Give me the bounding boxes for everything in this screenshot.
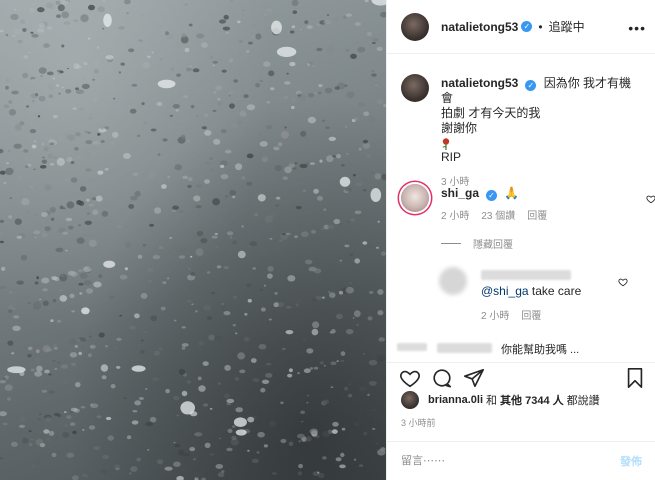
- reply-mention[interactable]: @shi_ga: [481, 284, 529, 298]
- comment-body: shi_ga ✓ 🙏 2 小時 23 個讚 回覆: [441, 186, 641, 224]
- post-header: natalietong53 ✓ • 追蹤中 •••: [387, 0, 655, 54]
- reply-meta: 2 小時 回覆: [481, 309, 631, 324]
- gravel-texture: [0, 0, 386, 480]
- post-side-panel: natalietong53 ✓ • 追蹤中 ••• natalietong53 ✓…: [386, 0, 655, 480]
- caption-line-3: 謝謝你: [441, 121, 478, 135]
- likes-others[interactable]: 其他 7344 人: [500, 392, 564, 408]
- caption-line-2: 拍劇 才有今天的我: [441, 106, 541, 120]
- redacted-username: [437, 343, 492, 353]
- author-username[interactable]: natalietong53: [441, 20, 518, 34]
- comment-bubble-icon[interactable]: [431, 367, 453, 389]
- comment-meta: 2 小時 23 個讚 回覆: [441, 209, 641, 224]
- heart-icon[interactable]: [646, 194, 655, 204]
- hide-replies-line: [441, 243, 461, 244]
- caption-line-4: RIP: [441, 150, 462, 164]
- caption-avatar[interactable]: [401, 74, 429, 102]
- redacted-avatar: [397, 343, 427, 351]
- comment-time[interactable]: 2 小時: [441, 209, 469, 224]
- comment-like-count[interactable]: 23 個讚: [481, 209, 515, 224]
- caption-body: natalietong53 ✓ 因為你 我才有機會 拍劇 才有今天的我 謝謝你 R…: [441, 76, 641, 190]
- header-separator: •: [538, 19, 543, 34]
- redacted-avatar: [439, 267, 467, 295]
- heart-icon[interactable]: [618, 277, 628, 287]
- reply-button[interactable]: 回覆: [521, 309, 541, 324]
- comment-username[interactable]: shi_ga: [441, 186, 479, 200]
- reply-button[interactable]: 回覆: [527, 209, 547, 224]
- post-image[interactable]: [0, 0, 386, 480]
- comment-input[interactable]: [401, 455, 620, 467]
- add-comment-bar: 發佈: [387, 441, 655, 480]
- post-timestamp[interactable]: 3 小時前: [401, 416, 436, 429]
- rose-icon: [442, 138, 450, 150]
- more-horizontal-icon[interactable]: •••: [628, 20, 646, 36]
- like-heart-icon[interactable]: [399, 367, 421, 389]
- comments-list[interactable]: natalietong53 ✓ 因為你 我才有機會 拍劇 才有今天的我 謝謝你 R…: [387, 55, 655, 355]
- verified-badge-icon: ✓: [525, 80, 537, 91]
- comment-text: 🙏: [504, 186, 520, 200]
- likes-suffix: 都說讚: [566, 395, 600, 407]
- author-avatar[interactable]: [401, 12, 429, 41]
- likes-summary: brianna.0li 和 其他 7344 人 都說讚: [401, 391, 600, 409]
- commenter-avatar[interactable]: [401, 184, 429, 212]
- hide-replies-button[interactable]: 隱藏回覆: [441, 236, 513, 251]
- caption-username[interactable]: natalietong53: [441, 76, 518, 90]
- reply-text: take care: [531, 284, 582, 298]
- likes-and: 和: [486, 395, 498, 407]
- comment-text: 你能幫助我嗎 ...: [501, 344, 580, 355]
- bookmark-icon[interactable]: [624, 367, 646, 389]
- post-comment-button[interactable]: 發佈: [620, 453, 642, 469]
- verified-badge-icon: ✓: [521, 21, 533, 32]
- liker-username[interactable]: brianna.0li: [428, 394, 483, 406]
- redacted-username: [481, 270, 571, 280]
- post-actions: [387, 362, 655, 390]
- reply-body: @shi_ga take care 2 小時 回覆: [481, 269, 631, 324]
- verified-badge-icon: ✓: [486, 190, 498, 201]
- share-paper-plane-icon[interactable]: [463, 367, 485, 389]
- reply-time[interactable]: 2 小時: [481, 309, 509, 324]
- liker-avatar[interactable]: [401, 391, 419, 409]
- hide-replies-label: 隱藏回覆: [473, 240, 513, 251]
- following-button[interactable]: 追蹤中: [549, 18, 585, 35]
